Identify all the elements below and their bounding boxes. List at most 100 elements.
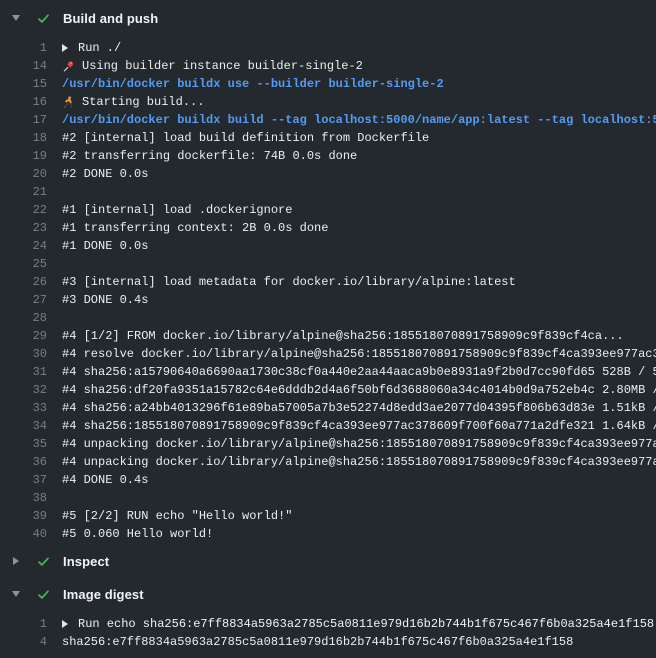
section-header-image-digest[interactable]: Image digest	[0, 584, 656, 604]
log-text: /usr/bin/docker buildx use --builder bui…	[62, 75, 444, 93]
log-text: #4 sha256:185518070891758909c9f839cf4ca3…	[62, 417, 656, 435]
line-number[interactable]: 18	[0, 129, 47, 147]
log-text: #2 transferring dockerfile: 74B 0.0s don…	[62, 147, 357, 165]
expand-group-arrow-icon[interactable]	[62, 44, 78, 52]
log-section-image-digest: Image digest 1 Run echo sha256:e7ff8834a5…	[0, 584, 656, 651]
line-number[interactable]: 24	[0, 237, 47, 255]
line-number[interactable]: 19	[0, 147, 47, 165]
log-line: 27 #3 DONE 0.4s	[0, 291, 656, 309]
line-number[interactable]: 30	[0, 345, 47, 363]
line-number[interactable]: 25	[0, 255, 47, 273]
line-number[interactable]: 23	[0, 219, 47, 237]
section-title: Image digest	[63, 587, 144, 602]
log-line: 15/usr/bin/docker buildx use --builder b…	[0, 75, 656, 93]
line-number[interactable]: 16	[0, 93, 47, 111]
success-check-icon	[35, 586, 51, 602]
line-number[interactable]: 38	[0, 489, 47, 507]
log-line: 21	[0, 183, 656, 201]
log-text: /usr/bin/docker buildx build --tag local…	[62, 111, 656, 129]
log-text: #4 sha256:a15790640a6690aa1730c38cf0a440…	[62, 363, 656, 381]
log-line: 25	[0, 255, 656, 273]
line-number[interactable]: 22	[0, 201, 47, 219]
log-line: 23 #1 transferring context: 2B 0.0s done	[0, 219, 656, 237]
line-number[interactable]: 1	[0, 39, 47, 57]
pushpin-icon-wrap	[62, 60, 82, 73]
line-number[interactable]: 33	[0, 399, 47, 417]
line-content: #1 transferring context: 2B 0.0s done	[62, 219, 328, 237]
log-line: 18 #2 [internal] load build definition fr…	[0, 129, 656, 147]
log-text: #3 [internal] load metadata for docker.i…	[62, 273, 516, 291]
log-line: 16 Starting build...	[0, 93, 656, 111]
section-title: Build and push	[63, 11, 158, 26]
line-number[interactable]: 35	[0, 435, 47, 453]
line-content: Starting build...	[62, 93, 204, 111]
line-content: #4 sha256:df20fa9351a15782c64e6dddb2d4a6…	[62, 381, 656, 399]
log-text: #4 sha256:df20fa9351a15782c64e6dddb2d4a6…	[62, 381, 656, 399]
line-number[interactable]: 21	[0, 183, 47, 201]
line-number[interactable]: 31	[0, 363, 47, 381]
line-number[interactable]: 14	[0, 57, 47, 75]
log-line: 36#4 unpacking docker.io/library/alpine@…	[0, 453, 656, 471]
line-content: #4 sha256:a24bb4013296f61e89ba57005a7b3e…	[62, 399, 656, 417]
line-number[interactable]: 39	[0, 507, 47, 525]
log-line: 20 #2 DONE 0.0s	[0, 165, 656, 183]
runner-icon	[62, 96, 75, 109]
log-line: 19 #2 transferring dockerfile: 74B 0.0s d…	[0, 147, 656, 165]
line-number[interactable]: 27	[0, 291, 47, 309]
section-title: Inspect	[63, 554, 109, 569]
line-number[interactable]: 15	[0, 75, 47, 93]
log-line: 1 Run echo sha256:e7ff8834a5963a2785c5a08…	[0, 615, 656, 633]
line-number[interactable]: 40	[0, 525, 47, 543]
pushpin-icon	[62, 60, 75, 73]
section-header-inspect[interactable]: Inspect	[0, 551, 656, 571]
log-text: #1 DONE 0.0s	[62, 237, 148, 255]
runner-icon-wrap	[62, 96, 82, 109]
section-header-build-and-push[interactable]: Build and push	[0, 8, 656, 28]
line-content: sha256:e7ff8834a5963a2785c5a0811e979d16b…	[62, 633, 573, 651]
log-text: #4 DONE 0.4s	[62, 471, 148, 489]
log-line: 40#5 0.060 Hello world!	[0, 525, 656, 543]
log-line: 17/usr/bin/docker buildx build --tag loc…	[0, 111, 656, 129]
chevron-down-icon[interactable]	[8, 15, 24, 21]
log-text: Using builder instance builder-single-2	[82, 57, 363, 75]
chevron-right-icon[interactable]	[8, 557, 24, 565]
line-content: #2 transferring dockerfile: 74B 0.0s don…	[62, 147, 357, 165]
line-content: /usr/bin/docker buildx use --builder bui…	[62, 75, 444, 93]
line-number[interactable]: 36	[0, 453, 47, 471]
log-text: #3 DONE 0.4s	[62, 291, 148, 309]
log-line: 28	[0, 309, 656, 327]
log-line: 14 Using builder instance builder-single…	[0, 57, 656, 75]
log-line: 31 #4 sha256:a15790640a6690aa1730c38cf0a4…	[0, 363, 656, 381]
log-text: #1 [internal] load .dockerignore	[62, 201, 292, 219]
line-content: #3 DONE 0.4s	[62, 291, 148, 309]
line-number[interactable]: 4	[0, 633, 47, 651]
line-number[interactable]: 17	[0, 111, 47, 129]
line-content: /usr/bin/docker buildx build --tag local…	[62, 111, 656, 129]
log-line: 33 #4 sha256:a24bb4013296f61e89ba57005a7b…	[0, 399, 656, 417]
line-content: Run echo sha256:e7ff8834a5963a2785c5a081…	[62, 615, 654, 633]
log-rows: 1Run ./14 Using builder instance builder…	[0, 39, 656, 543]
line-content: #4 sha256:a15790640a6690aa1730c38cf0a440…	[62, 363, 656, 381]
log-line: 4 sha256:e7ff8834a5963a2785c5a0811e979d16…	[0, 633, 656, 651]
chevron-down-icon[interactable]	[8, 591, 24, 597]
line-content: #4 [1/2] FROM docker.io/library/alpine@s…	[62, 327, 624, 345]
log-line: 22 #1 [internal] load .dockerignore	[0, 201, 656, 219]
line-number[interactable]: 37	[0, 471, 47, 489]
line-content: Using builder instance builder-single-2	[62, 57, 363, 75]
line-number[interactable]: 20	[0, 165, 47, 183]
line-number[interactable]: 26	[0, 273, 47, 291]
expand-group-arrow-icon[interactable]	[62, 620, 78, 628]
line-content: #3 [internal] load metadata for docker.i…	[62, 273, 516, 291]
line-content: #1 [internal] load .dockerignore	[62, 201, 292, 219]
log-text: Run ./	[78, 39, 121, 57]
line-number[interactable]: 34	[0, 417, 47, 435]
log-line: 38	[0, 489, 656, 507]
log-text: #2 [internal] load build definition from…	[62, 129, 429, 147]
line-number[interactable]: 29	[0, 327, 47, 345]
log-line: 34 #4 sha256:185518070891758909c9f839cf4c…	[0, 417, 656, 435]
line-number[interactable]: 1	[0, 615, 47, 633]
line-number[interactable]: 32	[0, 381, 47, 399]
line-number[interactable]: 28	[0, 309, 47, 327]
line-content: #4 sha256:185518070891758909c9f839cf4ca3…	[62, 417, 656, 435]
log-text: #2 DONE 0.0s	[62, 165, 148, 183]
